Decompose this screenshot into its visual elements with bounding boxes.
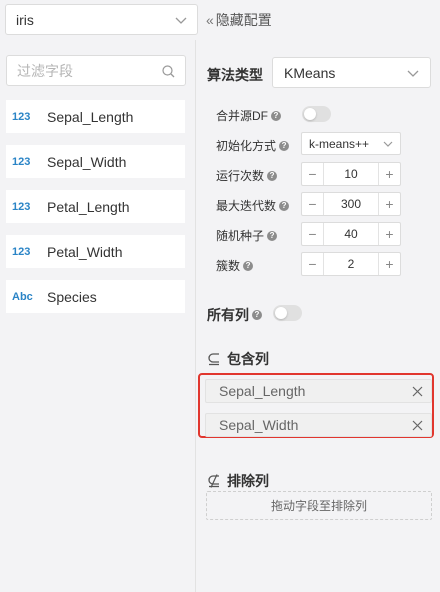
algorithm-select[interactable]: KMeans <box>272 57 431 88</box>
init-method-label: 初始化方式? <box>216 137 290 154</box>
random-seed-value[interactable]: 40 <box>324 223 378 245</box>
exclude-columns-label: 排除列 <box>227 473 269 489</box>
string-type-icon: Abc <box>12 290 33 303</box>
chevron-down-icon <box>383 141 393 147</box>
decrement-button[interactable]: − <box>302 223 324 245</box>
random-seed-stepper[interactable]: − 40 + <box>301 222 401 246</box>
help-icon[interactable]: ? <box>267 230 278 241</box>
field-item[interactable]: 123 Petal_Width <box>6 235 185 268</box>
help-icon[interactable]: ? <box>279 140 290 151</box>
field-item[interactable]: Abc Species <box>6 280 185 313</box>
merge-source-label-text: 合并源DF <box>216 109 268 123</box>
field-name: Sepal_Width <box>47 153 127 170</box>
field-name: Petal_Length <box>47 198 130 215</box>
n-clusters-value[interactable]: 2 <box>324 253 378 275</box>
field-item[interactable]: 123 Sepal_Length <box>6 100 185 133</box>
include-columns-title: 包含列 <box>207 349 269 369</box>
help-icon[interactable]: ? <box>243 260 254 271</box>
include-column-name: Sepal_Width <box>219 417 299 433</box>
all-columns-toggle[interactable] <box>273 305 302 321</box>
field-item[interactable]: 123 Sepal_Width <box>6 145 185 178</box>
top-bar: iris « 隐藏配置 <box>0 0 440 40</box>
exclude-drop-hint: 拖动字段至排除列 <box>270 499 367 513</box>
help-icon[interactable]: ? <box>271 110 281 121</box>
increment-button[interactable]: + <box>378 193 400 215</box>
algorithm-label: 算法类型 <box>207 67 263 83</box>
field-name: Petal_Width <box>47 243 123 260</box>
not-subset-icon <box>208 474 219 488</box>
search-icon <box>162 65 175 78</box>
hide-config-label: 隐藏配置 <box>215 12 272 28</box>
field-name: Sepal_Length <box>47 108 134 125</box>
random-seed-label-text: 随机种子 <box>216 229 265 243</box>
max-iter-value[interactable]: 300 <box>324 193 378 215</box>
init-method-value: k-means++ <box>309 136 370 151</box>
chevron-down-icon <box>407 70 419 77</box>
include-columns-box[interactable]: Sepal_Length Sepal_Width <box>198 373 434 438</box>
random-seed-label: 随机种子? <box>216 227 278 244</box>
increment-button[interactable]: + <box>378 163 400 185</box>
include-column-tag[interactable]: Sepal_Length <box>205 379 432 403</box>
field-name: Species <box>47 288 97 305</box>
numeric-type-icon: 123 <box>12 155 31 168</box>
increment-button[interactable]: + <box>378 253 400 275</box>
init-method-select[interactable]: k-means++ <box>301 132 401 155</box>
max-iter-label-text: 最大迭代数 <box>216 199 277 213</box>
all-columns-label-text: 所有列 <box>207 307 249 323</box>
numeric-type-icon: 123 <box>12 200 31 213</box>
n-init-stepper[interactable]: − 10 + <box>301 162 401 186</box>
double-chevron-left-icon: « <box>206 12 214 28</box>
n-init-label: 运行次数? <box>216 167 278 184</box>
merge-source-toggle[interactable] <box>302 106 331 122</box>
toggle-knob <box>304 108 316 120</box>
include-columns-label: 包含列 <box>227 351 269 367</box>
decrement-button[interactable]: − <box>302 253 324 275</box>
n-clusters-label-text: 簇数 <box>216 259 241 273</box>
decrement-button[interactable]: − <box>302 193 324 215</box>
numeric-type-icon: 123 <box>12 245 31 258</box>
exclude-columns-title: 排除列 <box>207 471 269 491</box>
algorithm-select-value: KMeans <box>284 64 336 81</box>
chevron-down-icon <box>175 17 187 24</box>
exclude-columns-drop-zone[interactable]: 拖动字段至排除列 <box>206 491 432 520</box>
merge-source-label: 合并源DF? <box>216 107 281 124</box>
hide-config-button[interactable]: « 隐藏配置 <box>206 10 272 30</box>
numeric-type-icon: 123 <box>12 110 31 123</box>
n-clusters-stepper[interactable]: − 2 + <box>301 252 401 276</box>
n-init-label-text: 运行次数 <box>216 169 265 183</box>
include-column-tag[interactable]: Sepal_Width <box>205 413 432 437</box>
dataset-select-value: iris <box>16 11 34 28</box>
decrement-button[interactable]: − <box>302 163 324 185</box>
field-list-panel: 123 Sepal_Length 123 Sepal_Width 123 Pet… <box>0 40 196 592</box>
help-icon[interactable]: ? <box>279 200 290 211</box>
n-init-value[interactable]: 10 <box>324 163 378 185</box>
help-icon[interactable]: ? <box>267 170 278 181</box>
subset-icon <box>208 353 219 366</box>
close-icon[interactable] <box>412 386 423 397</box>
increment-button[interactable]: + <box>378 223 400 245</box>
all-columns-label: 所有列? <box>207 305 262 325</box>
field-item[interactable]: 123 Petal_Length <box>6 190 185 223</box>
init-method-label-text: 初始化方式 <box>216 139 277 153</box>
toggle-knob <box>275 307 287 319</box>
field-filter-input[interactable] <box>17 62 157 79</box>
include-column-name: Sepal_Length <box>219 383 306 399</box>
n-clusters-label: 簇数? <box>216 257 254 274</box>
config-panel: 算法类型 KMeans 合并源DF? 初始化方式? k-means++ 运行次数… <box>197 40 440 592</box>
close-icon[interactable] <box>412 420 423 431</box>
max-iter-label: 最大迭代数? <box>216 197 290 214</box>
dataset-select[interactable]: iris <box>5 4 198 35</box>
max-iter-stepper[interactable]: − 300 + <box>301 192 401 216</box>
help-icon[interactable]: ? <box>252 310 262 320</box>
field-filter[interactable] <box>6 55 186 86</box>
